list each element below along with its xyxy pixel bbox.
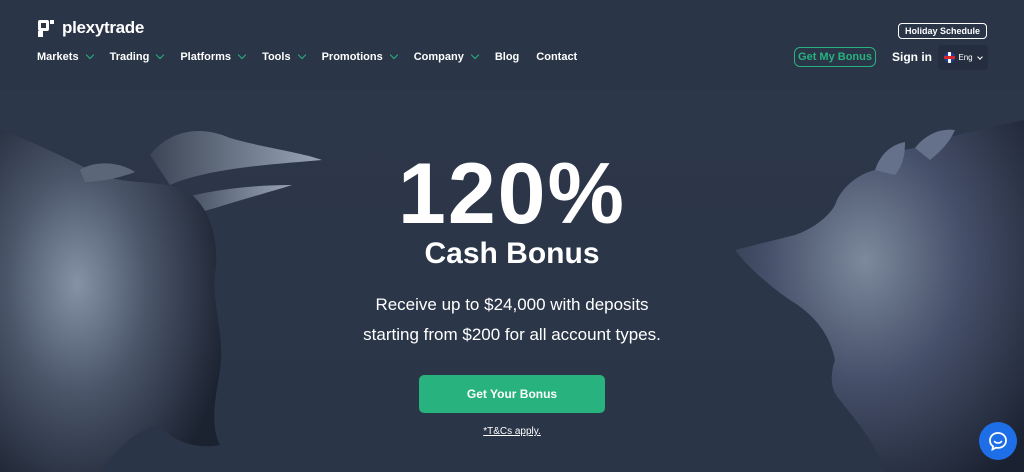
chat-button[interactable]	[979, 422, 1017, 460]
chevron-down-icon	[297, 50, 306, 60]
site-header: plexytrade Holiday Schedule Markets Trad…	[0, 0, 1024, 90]
nav-item-label: Company	[413, 51, 464, 63]
nav-item-blog[interactable]: Blog	[495, 50, 519, 64]
nav-item-company[interactable]: Company	[413, 50, 480, 64]
logo-text: plexytrade	[62, 18, 145, 37]
hero-description-line: starting from $200 for all account types…	[363, 325, 661, 344]
get-my-bonus-button[interactable]: Get My Bonus	[794, 47, 876, 67]
holiday-schedule-button[interactable]: Holiday Schedule	[897, 23, 987, 39]
hero-subheadline: Cash Bonus	[424, 237, 600, 270]
nav-item-label: Contact	[536, 51, 578, 63]
terms-link[interactable]: *T&Cs apply.	[0, 426, 1024, 437]
nav-item-contact[interactable]: Contact	[536, 50, 577, 64]
hero-headline: 120%	[398, 146, 626, 242]
nav-item-label: Platforms	[180, 51, 232, 63]
chevron-down-icon	[470, 50, 480, 60]
chevron-down-icon	[156, 50, 165, 60]
get-your-bonus-button[interactable]: Get Your Bonus	[419, 375, 605, 413]
nav-item-markets[interactable]: Markets	[37, 50, 94, 64]
nav-item-label: Tools	[262, 51, 291, 63]
nav-item-label: Markets	[37, 51, 79, 63]
logo[interactable]: plexytrade	[36, 18, 144, 38]
sign-in-link[interactable]: Sign in	[892, 50, 932, 64]
nav-item-label: Promotions	[321, 51, 383, 63]
chat-bubble-icon	[989, 432, 1007, 451]
chevron-down-icon	[237, 50, 247, 60]
nav-item-platforms[interactable]: Platforms	[180, 50, 247, 64]
hero-description-line: Receive up to $24,000 with deposits	[375, 295, 649, 314]
chevron-down-icon	[976, 53, 983, 60]
hero-description: Receive up to $24,000 with deposits star…	[0, 290, 1024, 350]
plexytrade-logo-icon	[38, 20, 54, 37]
nav-item-label: Trading	[109, 51, 150, 63]
main-nav: Markets Trading Platforms Tools Promotio…	[37, 50, 594, 64]
nav-item-tools[interactable]: Tools	[262, 50, 306, 64]
bull-sculpture-image	[0, 130, 322, 472]
nav-item-trading[interactable]: Trading	[109, 50, 165, 64]
nav-item-label: Blog	[494, 51, 520, 63]
language-label: Eng	[958, 53, 973, 62]
chevron-down-icon	[85, 50, 94, 60]
chevron-down-icon	[389, 50, 398, 60]
language-selector[interactable]: Eng	[938, 45, 988, 70]
uk-flag-icon	[944, 52, 956, 63]
nav-item-promotions[interactable]: Promotions	[321, 50, 398, 64]
